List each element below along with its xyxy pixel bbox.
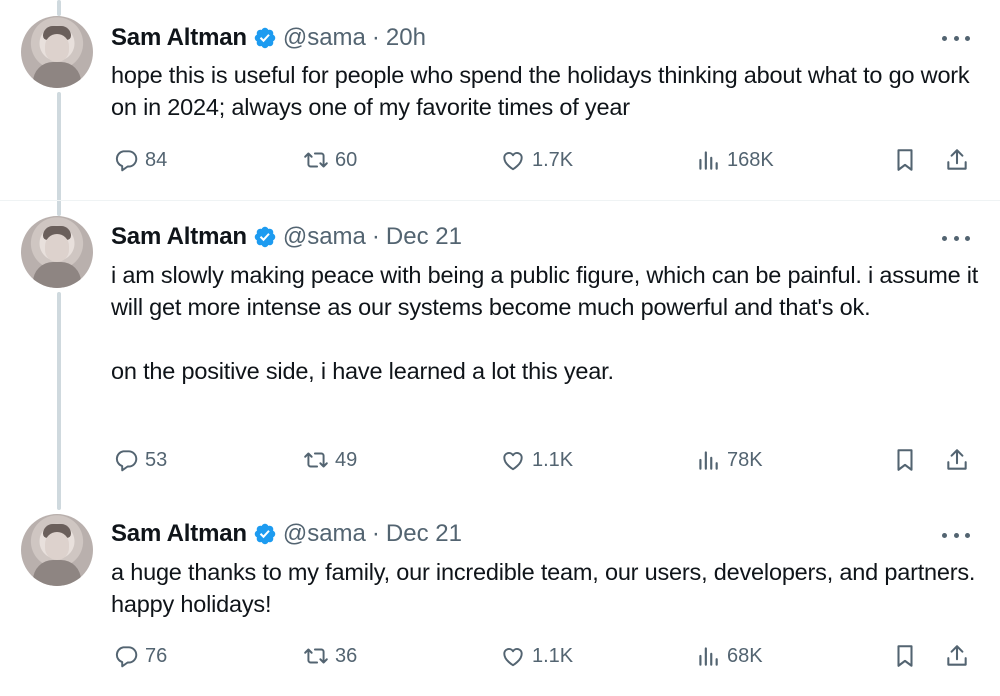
views-button[interactable]: 78K	[695, 447, 763, 473]
action-bar: 53 49 1.1K 78K	[0, 447, 1000, 477]
timestamp[interactable]: Dec 21	[386, 223, 462, 251]
separator: ·	[371, 520, 380, 547]
retweet-count: 36	[335, 644, 358, 667]
like-button[interactable]: 1.1K	[500, 643, 573, 669]
reply-count: 53	[145, 448, 168, 471]
like-icon	[503, 151, 523, 171]
views-icon	[699, 451, 718, 470]
bookmark-icon	[897, 645, 913, 667]
author-name[interactable]: Sam Altman	[111, 223, 247, 251]
tweet-paragraph: on the positive side, i have learned a l…	[111, 358, 614, 384]
avatar[interactable]	[21, 16, 93, 88]
avatar[interactable]	[21, 514, 93, 586]
reply-count: 76	[145, 644, 168, 667]
like-icon	[503, 451, 523, 471]
tweet-1[interactable]: Sam Altman @sama · 20h hope this is usef…	[0, 0, 1000, 200]
retweet-count: 60	[335, 148, 358, 171]
tweet-text: hope this is useful for people who spend…	[111, 59, 981, 123]
reply-icon	[115, 646, 138, 668]
action-bar: 84 60 1.7K 168K	[0, 147, 1000, 177]
views-count: 78K	[727, 448, 763, 471]
author-handle[interactable]: @sama	[283, 223, 366, 251]
like-count: 1.1K	[532, 448, 574, 471]
separator: ·	[371, 24, 380, 51]
bookmark-button[interactable]	[892, 147, 918, 173]
share-button[interactable]	[944, 147, 970, 173]
share-button[interactable]	[944, 643, 970, 669]
verified-badge-icon	[254, 27, 276, 49]
reply-button[interactable]: 84	[113, 147, 167, 173]
tweet-3[interactable]: Sam Altman @sama · Dec 21 a huge thanks …	[0, 497, 1000, 696]
retweet-count: 49	[335, 448, 358, 471]
views-count: 68K	[727, 644, 763, 667]
views-icon	[699, 647, 718, 666]
more-options-icon[interactable]	[942, 530, 970, 540]
share-icon	[947, 149, 967, 170]
tweet-text: a huge thanks to my family, our incredib…	[111, 556, 981, 620]
like-count: 1.7K	[532, 148, 574, 171]
reply-icon	[115, 450, 138, 472]
views-count: 168K	[727, 148, 774, 171]
timestamp[interactable]: 20h	[386, 24, 426, 52]
tweet-2[interactable]: Sam Altman @sama · Dec 21 i am slowly ma…	[0, 201, 1000, 497]
views-button[interactable]: 168K	[695, 147, 774, 173]
bookmark-button[interactable]	[892, 643, 918, 669]
tweet-text: i am slowly making peace with being a pu…	[111, 259, 981, 387]
tweet-paragraph: a huge thanks to my family, our incredib…	[111, 559, 976, 617]
share-icon	[947, 645, 967, 666]
tweet-paragraph: hope this is useful for people who spend…	[111, 62, 970, 120]
views-button[interactable]: 68K	[695, 643, 763, 669]
retweet-icon	[304, 152, 328, 168]
bookmark-icon	[897, 149, 913, 171]
author-name[interactable]: Sam Altman	[111, 24, 247, 52]
tweet-header: Sam Altman @sama · Dec 21	[111, 222, 462, 252]
like-button[interactable]: 1.7K	[500, 147, 573, 173]
retweet-button[interactable]: 60	[303, 147, 357, 173]
verified-badge-icon	[254, 523, 276, 545]
bookmark-button[interactable]	[892, 447, 918, 473]
like-icon	[503, 647, 523, 667]
retweet-icon	[304, 452, 328, 468]
author-handle[interactable]: @sama	[283, 24, 366, 52]
share-button[interactable]	[944, 447, 970, 473]
reply-button[interactable]: 53	[113, 447, 167, 473]
tweet-header: Sam Altman @sama · Dec 21	[111, 519, 462, 549]
timestamp[interactable]: Dec 21	[386, 520, 462, 548]
verified-badge-icon	[254, 226, 276, 248]
author-name[interactable]: Sam Altman	[111, 520, 247, 548]
separator: ·	[371, 223, 380, 250]
reply-count: 84	[145, 148, 168, 171]
views-icon	[699, 151, 718, 170]
more-options-icon[interactable]	[942, 33, 970, 43]
action-bar: 76 36 1.1K 68K	[0, 643, 1000, 673]
author-handle[interactable]: @sama	[283, 520, 366, 548]
avatar[interactable]	[21, 216, 93, 288]
retweet-button[interactable]: 36	[303, 643, 357, 669]
reply-icon	[115, 150, 138, 172]
tweet-paragraph: i am slowly making peace with being a pu…	[111, 262, 979, 320]
reply-button[interactable]: 76	[113, 643, 167, 669]
share-icon	[947, 449, 967, 470]
like-button[interactable]: 1.1K	[500, 447, 573, 473]
more-options-icon[interactable]	[942, 233, 970, 243]
bookmark-icon	[897, 449, 913, 471]
tweet-header: Sam Altman @sama · 20h	[111, 23, 426, 53]
retweet-button[interactable]: 49	[303, 447, 357, 473]
retweet-icon	[304, 648, 328, 664]
like-count: 1.1K	[532, 644, 574, 667]
